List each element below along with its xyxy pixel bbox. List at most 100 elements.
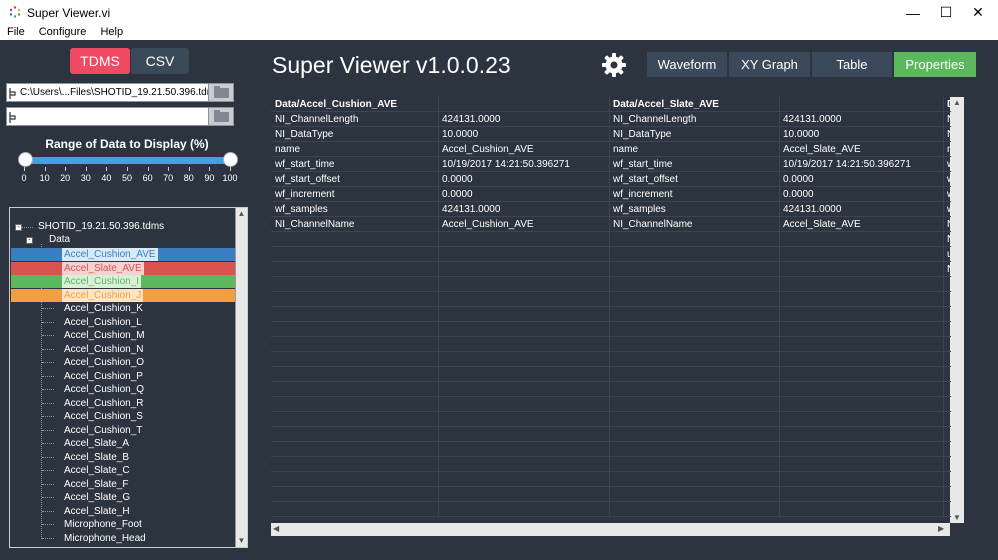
tree-channel-item[interactable]: Accel_Cushion_P [64,370,143,383]
table-cell: name [613,144,639,155]
table-row [271,382,951,397]
scroll-up-icon[interactable]: ▲ [236,208,247,219]
table-cell: wf_samples [275,204,328,215]
table-row [271,367,951,382]
tree-channel-item[interactable]: Accel_Cushion_S [64,410,143,423]
tree-channel-item[interactable]: Accel_Slate_F [64,478,128,491]
tree-channel-item[interactable]: Accel_Cushion_M [64,329,145,342]
table-cell: N [947,264,951,275]
tab-xy-graph[interactable]: XY Graph [729,52,810,77]
table-cell: 424131.0000 [442,204,501,215]
table-horizontal-scrollbar[interactable]: ◀ ▶ [271,523,950,536]
tree-scrollbar[interactable]: ▲ ▼ [235,208,247,547]
table-scroll-up-icon[interactable]: ▲ [953,98,961,107]
file-path-field[interactable]: C:\Users\...Files\SHOTID_19.21.50.396.td… [6,83,234,102]
tree-connector [21,227,33,228]
table-cell: n [947,144,951,155]
table-cell: u [947,249,951,260]
csv-button[interactable]: CSV [131,48,189,74]
tree-channel-item[interactable]: Accel_Cushion_T [64,424,142,437]
tree-channel-item[interactable]: Accel_Slate_H [64,505,130,518]
table-row [271,502,951,517]
table-cell: NI_ChannelName [613,219,693,230]
app-icon [9,6,21,18]
tree-channel-item[interactable]: Accel_Cushion_N [64,343,144,356]
range-tick [188,167,190,171]
tree-connector [42,470,54,471]
tab-table[interactable]: Table [812,52,892,77]
gear-icon[interactable] [601,52,627,78]
tree-connector [42,375,54,377]
table-cell: 0.0000 [783,189,814,200]
tree-channel-item-selected[interactable]: Accel_Cushion_J [11,288,235,302]
table-cell: NI_ChannelLength [613,114,697,125]
tdms-button[interactable]: TDMS [70,48,130,74]
path-icon [9,88,16,99]
close-button[interactable]: ✕ [958,0,998,25]
file-path-field-2[interactable] [6,107,234,126]
table-cell: w [947,174,951,185]
table-cell: 424131.0000 [783,114,842,125]
tree-root-file[interactable]: SHOTID_19.21.50.396.tdms [38,220,164,233]
browse-folder-button[interactable] [208,84,233,101]
range-slider-high-handle[interactable] [223,152,238,167]
properties-table[interactable]: ▲ ▼ ◀ ▶ Data/Accel_Cushion_AVE Data/Accel… [271,97,964,545]
folder-icon [214,86,229,98]
table-cell [779,247,943,262]
tree-connector [42,308,54,309]
table-cell [438,232,609,247]
table-cell [271,247,438,262]
range-tick [106,167,108,171]
menu-file[interactable]: File [0,25,32,40]
tree-channel-item[interactable]: Accel_Cushion_Q [64,383,144,396]
table-cell: wf_start_offset [275,174,340,185]
table-cell [438,247,609,262]
tree-channel-item[interactable]: Microphone_Head [64,532,146,545]
tab-waveform[interactable]: Waveform [647,52,727,77]
tree-channel-item[interactable]: Accel_Slate_B [64,451,129,464]
range-tick [209,167,211,171]
tree-connector [42,389,54,390]
tree-channel-item[interactable]: Accel_Cushion_K [64,302,143,315]
tree-channel-item-selected[interactable]: Accel_Slate_AVE [11,261,235,275]
table-row: wf_samples 424131.0000 wf_samples 424131.00… [271,202,951,217]
tab-properties[interactable]: Properties [894,52,976,77]
tree-channel-item[interactable]: Accel_Slate_G [64,491,130,504]
scroll-down-icon[interactable]: ▼ [236,535,247,546]
table-row: NI_ChannelName Accel_Cushion_AVE NI_Channe… [271,217,951,232]
tree-group-data[interactable]: Data [49,233,70,246]
menu-help[interactable]: Help [93,25,130,40]
table-cell: NI_ChannelLength [275,114,359,125]
tree-connector [42,443,54,444]
menu-configure[interactable]: Configure [32,25,94,40]
path-icon-2 [9,112,16,123]
table-row [271,427,951,442]
table-cell: wf_start_time [275,159,335,170]
range-tick [168,167,170,171]
table-row: NI_ChannelLength 424131.0000 NI_ChannelLen… [271,112,951,127]
table-scroll-down-icon[interactable]: ▼ [953,513,961,522]
tree-connector [42,348,54,350]
tree-channel-item[interactable]: Accel_Cushion_L [64,316,142,329]
browse-folder-button-2[interactable] [208,108,233,125]
table-vertical-scrollbar[interactable]: ▲ ▼ [950,97,964,523]
tree-channel-item[interactable]: Accel_Slate_C [64,464,130,477]
table-cell: N [947,129,951,140]
tree-channel-item-selected[interactable]: Accel_Cushion_I [11,275,235,288]
channel-tree[interactable]: - SHOTID_19.21.50.396.tdms - Data Accel_… [9,207,248,548]
range-slider-track[interactable] [24,157,230,164]
table-row: N [271,232,951,247]
table-row [271,337,951,352]
tree-channel-item[interactable]: Accel_Cushion_R [64,397,144,410]
table-row [271,277,951,292]
tree-channel-item[interactable]: Accel_Slate_A [64,437,129,450]
table-scroll-right-icon[interactable]: ▶ [938,524,944,533]
table-row [271,487,951,502]
range-slider-low-handle[interactable] [18,152,33,167]
group-collapse-icon[interactable]: - [26,237,33,244]
tree-channel-item[interactable]: Accel_Cushion_O [64,356,144,369]
tree-channel-item[interactable]: Microphone_Foot [64,518,142,531]
tree-channel-item-selected[interactable]: Accel_Cushion_AVE [11,248,235,261]
table-cell: N [947,114,951,125]
table-scroll-left-icon[interactable]: ◀ [273,524,279,533]
